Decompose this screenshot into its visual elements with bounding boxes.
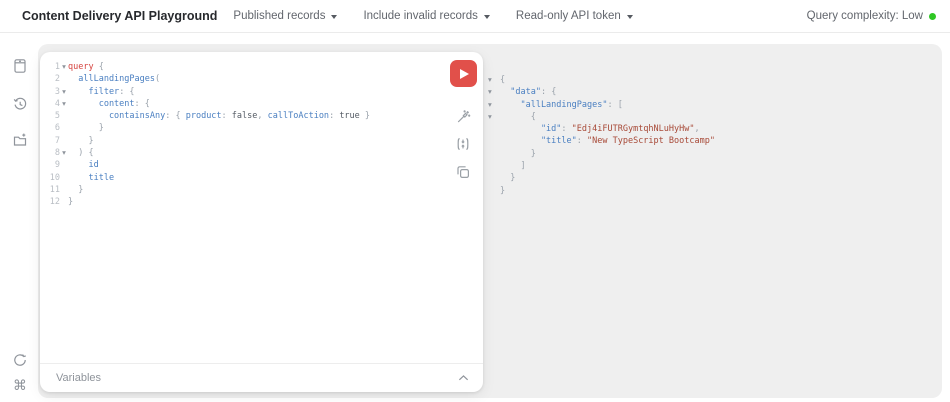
line-number: 9	[54, 160, 60, 171]
fold-toggle-icon[interactable]: ▾	[486, 86, 500, 98]
fold-toggle-icon[interactable]: ▾	[486, 74, 500, 86]
line-number: 7	[54, 135, 60, 146]
line-number: 8	[54, 148, 60, 159]
code-line: "id": "Edj4iFUTRGymtqhNLuHyHw",	[486, 123, 715, 135]
code-line: ]	[486, 160, 715, 172]
code-text: allLandingPages(	[68, 74, 161, 85]
code-text: id	[68, 160, 99, 171]
code-line: 3 ▾ filter: {	[48, 86, 447, 98]
code-text: {	[500, 75, 506, 85]
chevron-up-icon	[458, 369, 469, 387]
environment-dropdown[interactable]: Published records	[233, 10, 338, 22]
code-text: "id": "Edj4iFUTRGymtqhNLuHyHw",	[500, 124, 700, 135]
code-text: }	[68, 197, 74, 208]
code-line: 5 containsAny: { product: false, callToA…	[48, 110, 447, 122]
code-line: 4 ▾ content: {	[48, 98, 447, 110]
code-text: }	[68, 184, 84, 195]
line-number: 3	[54, 86, 60, 97]
history-icon[interactable]	[12, 96, 28, 112]
chevron-down-icon	[331, 14, 338, 19]
code-text: "data": {	[500, 87, 557, 98]
line-number: 12	[49, 197, 60, 208]
code-text: containsAny: { product: false, callToAct…	[68, 111, 371, 122]
header: Content Delivery API Playground Publishe…	[0, 0, 950, 33]
fold-toggle-icon[interactable]: ▾	[486, 111, 500, 123]
code-text: {	[500, 111, 536, 122]
code-text: }	[68, 123, 104, 134]
code-line: 8 ▾ ) {	[48, 147, 447, 159]
chevron-down-icon	[483, 14, 490, 19]
refresh-icon[interactable]	[12, 352, 28, 368]
code-text: }	[68, 135, 94, 146]
code-line: 6 }	[48, 122, 447, 134]
fold-toggle-icon[interactable]: ▾	[60, 147, 68, 159]
docs-icon[interactable]	[12, 58, 28, 74]
code-line: ▾ "data": {	[486, 86, 715, 98]
line-number: 2	[54, 74, 60, 85]
play-icon	[460, 68, 469, 79]
code-line: 10 title	[48, 172, 447, 184]
line-number: 10	[49, 172, 60, 183]
fold-toggle-icon[interactable]: ▾	[60, 86, 68, 98]
fold-toggle-icon[interactable]: ▾	[486, 99, 500, 111]
code-text: ) {	[68, 148, 94, 159]
copy-icon[interactable]	[455, 164, 471, 180]
code-text: ]	[500, 161, 526, 172]
fold-toggle-icon[interactable]: ▾	[60, 98, 68, 110]
code-line: }	[486, 172, 715, 184]
code-text: title	[68, 172, 115, 183]
code-text: content: {	[68, 98, 150, 109]
query-complexity-label: Query complexity: Low	[806, 10, 923, 22]
invalid-records-dropdown-label: Include invalid records	[363, 10, 478, 22]
invalid-records-dropdown[interactable]: Include invalid records	[363, 10, 490, 22]
query-editor-card: 1 ▾ query {2 allLandingPages(3 ▾ filter: {4…	[40, 52, 483, 392]
code-line: 12}	[48, 196, 447, 208]
run-query-button[interactable]	[450, 60, 477, 87]
prettify-icon[interactable]	[455, 109, 471, 125]
response-viewer: ▾{▾ "data": {▾ "allLandingPages": [▾ { "…	[486, 74, 715, 197]
code-text: }	[500, 185, 506, 196]
keyboard-shortcuts-icon[interactable]: ⌘	[12, 378, 28, 394]
code-line: 7 }	[48, 135, 447, 147]
variables-label: Variables	[56, 372, 102, 384]
code-text: "title": "New TypeScript Bootcamp"	[500, 136, 715, 147]
playground-window: Content Delivery API Playground Publishe…	[0, 0, 950, 402]
variables-section-toggle[interactable]: Variables	[40, 363, 483, 392]
code-line: ▾ {	[486, 111, 715, 123]
line-number: 1	[54, 62, 60, 72]
line-number: 4	[54, 98, 60, 109]
code-text: }	[500, 173, 516, 184]
merge-icon[interactable]	[455, 136, 471, 152]
line-number: 6	[54, 123, 60, 134]
query-editor[interactable]: 1 ▾ query {2 allLandingPages(3 ▾ filter: {4…	[48, 61, 447, 360]
page-title: Content Delivery API Playground	[22, 9, 218, 23]
editor-toolbar	[450, 60, 477, 179]
code-line: 9 id	[48, 159, 447, 171]
api-token-dropdown-label: Read-only API token	[515, 10, 621, 22]
chevron-down-icon	[626, 14, 633, 19]
code-line: }	[486, 148, 715, 160]
line-number: 5	[54, 111, 60, 122]
code-line: 11 }	[48, 184, 447, 196]
code-line: ▾{	[486, 74, 715, 86]
query-complexity-indicator: Query complexity: Low	[807, 10, 950, 22]
line-number: 11	[49, 184, 60, 195]
code-text: filter: {	[68, 86, 135, 97]
code-line: }	[486, 185, 715, 197]
code-line: ▾ "allLandingPages": [	[486, 99, 715, 111]
code-line: "title": "New TypeScript Bootcamp"	[486, 135, 715, 147]
code-text: "allLandingPages": [	[500, 99, 623, 110]
fold-toggle-icon[interactable]: ▾	[60, 61, 68, 73]
environment-dropdown-label: Published records	[233, 10, 326, 22]
playground-panel: 1 ▾ query {2 allLandingPages(3 ▾ filter: {4…	[38, 44, 942, 398]
code-line: 1 ▾ query {	[48, 61, 447, 73]
collections-icon[interactable]	[12, 132, 28, 148]
code-text: query {	[68, 62, 104, 72]
api-token-dropdown[interactable]: Read-only API token	[516, 10, 633, 22]
complexity-status-dot	[929, 12, 936, 20]
code-line: 2 allLandingPages(	[48, 73, 447, 85]
code-text: }	[500, 148, 536, 159]
